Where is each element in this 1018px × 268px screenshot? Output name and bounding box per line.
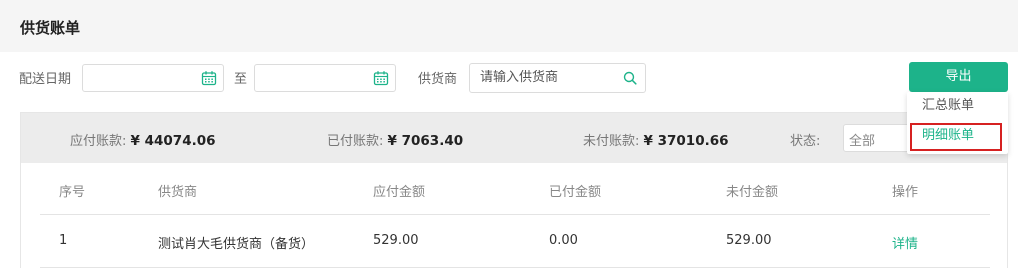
status-select[interactable]: 全部 bbox=[843, 124, 911, 152]
payable-summary: 应付账款: ¥ 44074.06 bbox=[70, 130, 216, 149]
bill-panel: 应付账款: ¥ 44074.06 已付账款: ¥ 7063.40 未付账款: ¥… bbox=[20, 112, 1008, 268]
supplier-search-box bbox=[469, 63, 646, 93]
column-header: 供货商 bbox=[158, 185, 198, 200]
detail-bill-highlight bbox=[910, 123, 1002, 151]
table-row: 1 测试肖大毛供货商（备货） 529.00 0.00 529.00 详情 bbox=[40, 216, 990, 268]
export-button[interactable]: 导出 bbox=[909, 62, 1008, 92]
table-header: 序号 供货商 应付金额 已付金额 未付金额 操作 bbox=[40, 165, 990, 215]
menu-item-summary-bill[interactable]: 汇总账单 bbox=[907, 92, 1008, 120]
calendar-icon[interactable] bbox=[373, 70, 389, 86]
row-paid: 0.00 bbox=[549, 233, 578, 248]
row-supplier: 测试肖大毛供货商（备货） bbox=[158, 237, 315, 252]
date-range-separator: 至 bbox=[234, 72, 248, 87]
page-title: 供货账单 bbox=[20, 19, 81, 37]
detail-link[interactable]: 详情 bbox=[892, 233, 918, 252]
search-icon[interactable] bbox=[623, 71, 637, 85]
column-header: 序号 bbox=[59, 185, 86, 200]
unpaid-summary: 未付账款: ¥ 37010.66 bbox=[583, 130, 729, 149]
row-payable: 529.00 bbox=[373, 233, 419, 248]
paid-value: ¥ 7063.40 bbox=[387, 133, 464, 149]
end-date-input[interactable] bbox=[254, 64, 396, 92]
payable-value: ¥ 44074.06 bbox=[130, 133, 216, 149]
start-date-input[interactable] bbox=[82, 64, 224, 92]
unpaid-label: 未付账款: bbox=[583, 134, 640, 149]
page-header: 供货账单 bbox=[0, 0, 1018, 52]
column-header: 操作 bbox=[892, 185, 919, 200]
column-header: 已付金额 bbox=[549, 185, 602, 200]
delivery-date-label: 配送日期 bbox=[19, 72, 72, 87]
supplier-label: 供货商 bbox=[418, 72, 458, 87]
summary-bar: 应付账款: ¥ 44074.06 已付账款: ¥ 7063.40 未付账款: ¥… bbox=[21, 113, 1007, 163]
status-label: 状态: bbox=[790, 134, 821, 149]
row-index: 1 bbox=[59, 233, 68, 248]
paid-label: 已付账款: bbox=[327, 134, 384, 149]
row-unpaid: 529.00 bbox=[726, 233, 772, 248]
column-header: 应付金额 bbox=[373, 185, 426, 200]
paid-summary: 已付账款: ¥ 7063.40 bbox=[327, 130, 463, 149]
supplier-search-input[interactable] bbox=[480, 70, 620, 85]
column-header: 未付金额 bbox=[726, 185, 779, 200]
calendar-icon[interactable] bbox=[201, 70, 217, 86]
unpaid-value: ¥ 37010.66 bbox=[643, 133, 729, 149]
payable-label: 应付账款: bbox=[70, 134, 127, 149]
filter-bar: 配送日期 至 供货商 bbox=[0, 60, 1018, 94]
